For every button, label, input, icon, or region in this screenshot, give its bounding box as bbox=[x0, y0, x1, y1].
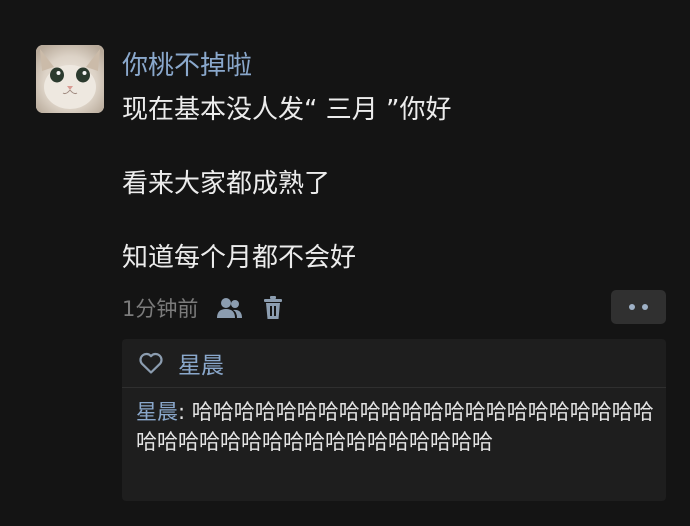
reply-separator: : bbox=[178, 400, 192, 424]
more-dots-icon[interactable] bbox=[611, 290, 666, 324]
avatar[interactable] bbox=[36, 45, 104, 113]
cat-avatar-icon bbox=[36, 45, 104, 113]
comment-card: 你桃不掉啦 现在基本没人发“ 三月 ”你好 看来大家都成熟了 知道每个月都不会好… bbox=[0, 0, 690, 526]
reply-author[interactable]: 星晨 bbox=[136, 400, 178, 424]
like-row: 星晨 bbox=[122, 339, 666, 388]
post-text-line-1: 现在基本没人发“ 三月 ”你好 bbox=[122, 95, 452, 125]
people-icon[interactable] bbox=[216, 296, 244, 320]
reply-item: 星晨: 哈哈哈哈哈哈哈哈哈哈哈哈哈哈哈哈哈哈哈哈哈哈哈哈哈哈哈哈哈哈哈哈哈哈哈哈… bbox=[122, 388, 666, 457]
reply-content: 哈哈哈哈哈哈哈哈哈哈哈哈哈哈哈哈哈哈哈哈哈哈哈哈哈哈哈哈哈哈哈哈哈哈哈哈哈哈哈 bbox=[136, 400, 654, 454]
post-text-line-3: 知道每个月都不会好 bbox=[122, 243, 357, 273]
dot bbox=[642, 304, 648, 310]
heart-icon[interactable] bbox=[138, 351, 164, 375]
username[interactable]: 你桃不掉啦 bbox=[122, 48, 252, 84]
timestamp: 1分钟前 bbox=[122, 297, 199, 321]
post-text-line-2: 看来大家都成熟了 bbox=[122, 169, 331, 199]
trash-icon[interactable] bbox=[262, 296, 284, 320]
post-meta: 1分钟前 bbox=[122, 290, 284, 326]
dot bbox=[629, 304, 635, 310]
reply-section: 星晨 星晨: 哈哈哈哈哈哈哈哈哈哈哈哈哈哈哈哈哈哈哈哈哈哈哈哈哈哈哈哈哈哈哈哈哈… bbox=[122, 339, 666, 501]
like-user-name[interactable]: 星晨 bbox=[178, 346, 224, 380]
